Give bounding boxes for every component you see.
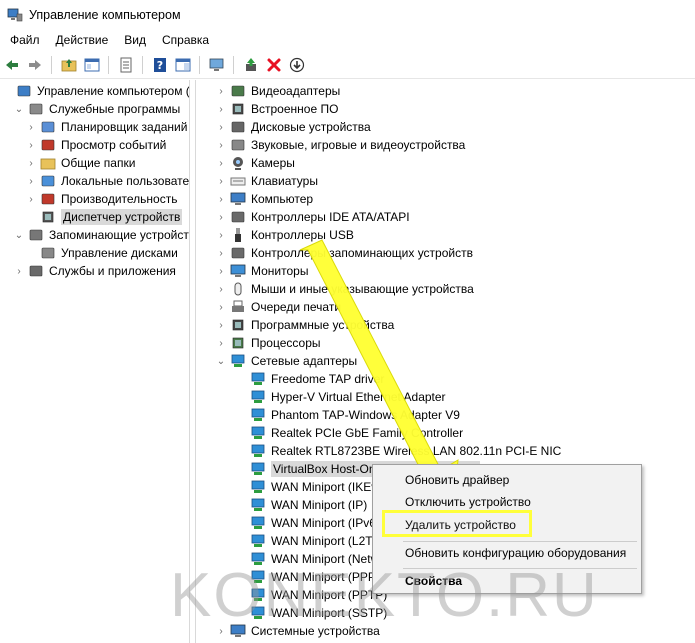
context-separator [403,568,637,569]
context-scan-hardware[interactable]: Обновить конфигурацию оборудования [373,542,641,564]
context-properties[interactable]: Свойства [373,570,641,592]
context-update-driver[interactable]: Обновить драйвер [373,469,641,491]
uninstall-highlight-frame [382,510,532,537]
